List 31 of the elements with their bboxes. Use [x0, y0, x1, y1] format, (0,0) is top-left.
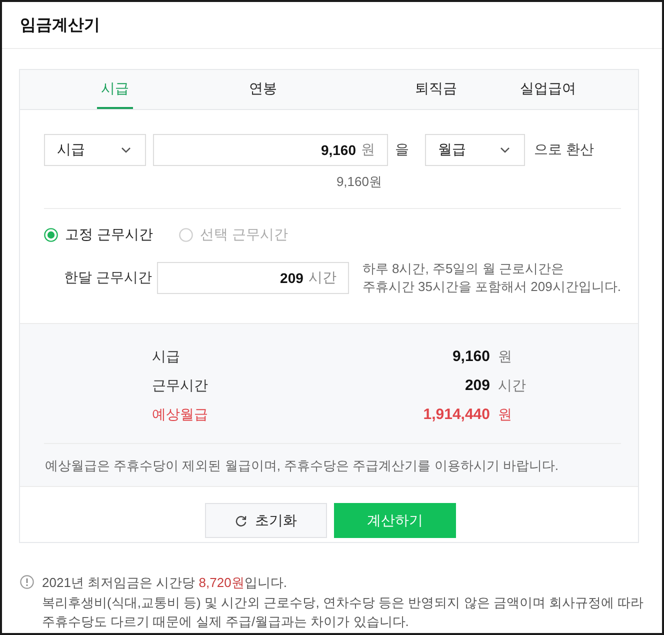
minimum-wage-notice: 2021년 최저임금은 시간당 8,720원입니다.	[42, 574, 288, 592]
hours-description: 하루 8시간, 주5일의 월 근로시간은 주휴시간 35시간을 포함해서 209시간입니다.	[362, 260, 621, 296]
unit-select[interactable]: 시급	[44, 134, 146, 166]
tab[interactable]: 퇴직금	[411, 70, 461, 109]
result-label: 근무시간	[152, 376, 209, 394]
result-value: 1,914,440	[423, 406, 490, 423]
field-label: 한달 근무시간	[64, 269, 153, 287]
radio-option[interactable]: 고정 근무시간	[44, 226, 153, 244]
result-value: 9,160	[452, 348, 490, 365]
results-note: 예상월급은 주휴수당이 제외된 월급이며, 주휴수당은 주급계산기를 이용하시기 바랍니다.	[45, 457, 560, 475]
page-title: 임금계산기	[20, 16, 100, 36]
caret-icon	[121, 147, 131, 153]
info-icon	[20, 575, 34, 589]
disclaimer-text: 복리후생비(식대,교통비 등) 및 시간외 근로수당, 연차수당 등은 반영되지 않은 금액이며 회사규정에 따라 주휴수당도 다르기 때문에 실제 주급/월급과는 차이가 있습니다.	[42, 594, 645, 631]
particle-text: 을	[395, 141, 409, 159]
tab[interactable]: 실업급여	[516, 70, 580, 109]
hours-field[interactable]: 209 시간	[156, 262, 350, 294]
result-value: 209	[464, 377, 490, 394]
amount-hint: 9,160원	[336, 174, 382, 189]
reset-button[interactable]: 초기화	[205, 503, 327, 538]
result-unit: 원	[498, 348, 513, 366]
tab[interactable]: 연봉	[245, 70, 281, 109]
unit-select[interactable]: 월급	[425, 134, 525, 166]
amount-field[interactable]: 9,160 원	[153, 134, 388, 166]
caret-icon	[500, 147, 510, 153]
convert-label: 으로 환산	[534, 141, 594, 159]
result-unit: 시간	[498, 376, 527, 394]
refresh-icon	[235, 514, 247, 526]
result-label: 시급	[152, 348, 181, 366]
result-unit: 원	[498, 406, 513, 424]
result-label: 예상월급	[152, 406, 209, 424]
